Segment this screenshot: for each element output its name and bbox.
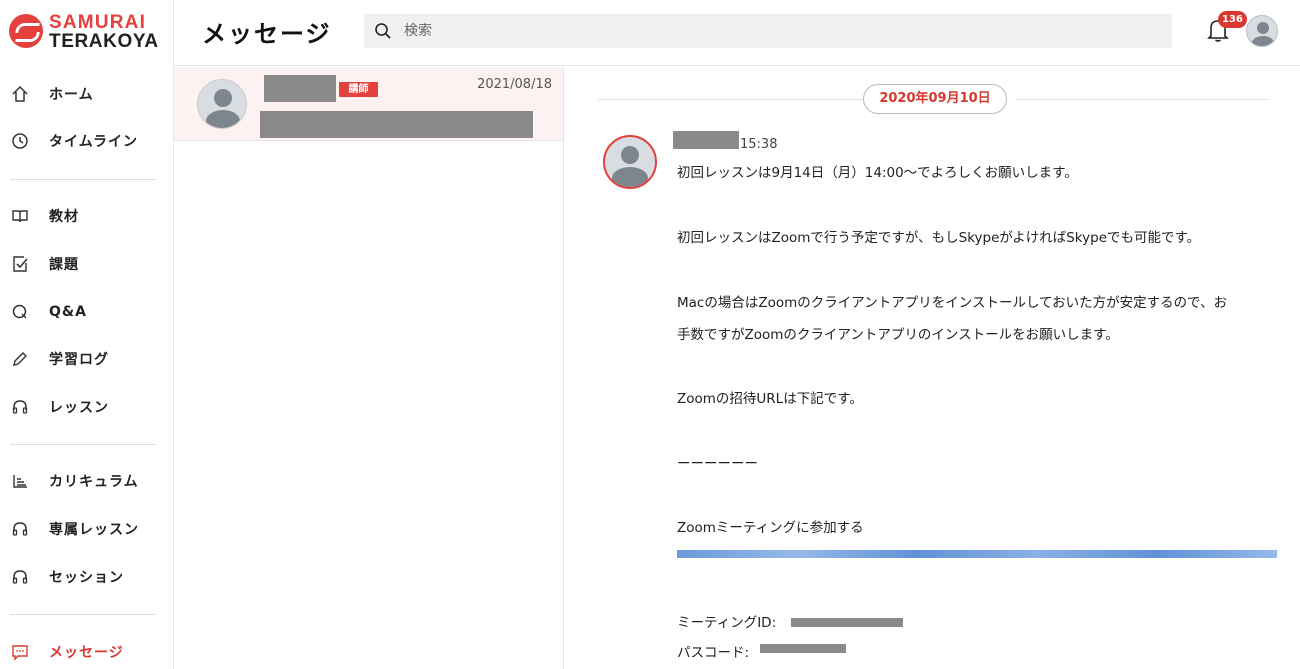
search-input[interactable] xyxy=(404,20,1144,42)
samurai-terakoya-logo[interactable]: SAMURAI TERAKOYA xyxy=(9,12,169,52)
logo-text-line2: TERAKOYA xyxy=(49,31,159,52)
message-line: 初回レッスンは9月14日（月）14:00〜でよろしくお願いします。 xyxy=(677,165,1078,181)
sidebar-item-timeline[interactable]: タイムライン xyxy=(0,121,174,161)
sidebar-item-messages[interactable]: メッセージ xyxy=(0,632,174,669)
redacted-name xyxy=(264,75,336,102)
sidebar-item-home[interactable]: ホーム xyxy=(0,74,174,114)
notification-badge: 136 xyxy=(1218,11,1247,28)
home-icon xyxy=(10,84,30,104)
qa-icon xyxy=(10,302,30,322)
logo-mark-icon xyxy=(9,14,43,48)
message-line: Macの場合はZoomのクライアントアプリをインストールしておいた方が安定するの… xyxy=(677,295,1228,311)
sidebar-item-label: タイムライン xyxy=(49,134,139,150)
message-line: ーーーーーー xyxy=(677,456,758,472)
task-icon xyxy=(10,254,30,274)
clock-icon xyxy=(10,131,30,151)
sidebar-item-label: Q&A xyxy=(49,304,87,320)
message-line: 手数ですがZoomのクライアントアプリのインストールをお願いします。 xyxy=(677,327,1119,343)
search-icon xyxy=(375,23,391,39)
date-divider-line xyxy=(1017,99,1269,100)
headset-icon xyxy=(10,397,30,417)
sidebar-item-label: 教材 xyxy=(49,209,79,225)
sidebar-item-label: メッセージ xyxy=(49,645,124,661)
sidebar-divider xyxy=(10,179,156,180)
sidebar-item-assignments[interactable]: 課題 xyxy=(0,244,174,284)
conversation-date: 2021/08/18 xyxy=(477,77,552,92)
user-avatar[interactable] xyxy=(1246,15,1278,47)
redacted-preview xyxy=(260,111,533,138)
avatar-head xyxy=(1257,22,1269,34)
avatar-head xyxy=(621,146,639,164)
message-line: ミーティングID: xyxy=(677,615,777,631)
top-header: メッセージ 136 xyxy=(174,0,1300,66)
book-icon xyxy=(10,206,30,226)
sidebar-item-label: ホーム xyxy=(49,87,94,103)
avatar-body xyxy=(206,110,240,128)
message-time: 15:38 xyxy=(740,137,778,152)
avatar-body xyxy=(612,167,648,187)
redacted-link xyxy=(677,550,1277,558)
avatar-body xyxy=(1252,36,1274,46)
sidebar-item-sessions[interactable]: セッション xyxy=(0,557,174,597)
message-line: Zoomの招待URLは下記です。 xyxy=(677,391,863,407)
pencil-icon xyxy=(10,349,30,369)
instructor-tag: 講師 xyxy=(339,82,378,97)
conversation-list: 講師 2021/08/18 xyxy=(174,67,564,669)
sidebar-item-materials[interactable]: 教材 xyxy=(0,196,174,236)
redacted-passcode xyxy=(760,644,846,653)
zoom-invite-link[interactable] xyxy=(677,547,1277,561)
redacted-meeting-id xyxy=(791,618,903,627)
sidebar-item-lessons[interactable]: レッスン xyxy=(0,387,174,427)
headset-icon xyxy=(10,519,30,539)
message-thread: 2020年09月10日 15:38 初回レッスンは9月14日（月）14:00〜で… xyxy=(565,67,1300,669)
sidebar-item-label: カリキュラム xyxy=(49,474,139,490)
sidebar: SAMURAI TERAKOYA ホーム タイムライン 教材 課題 Q&A 学習… xyxy=(0,0,174,669)
message-line: 初回レッスンはZoomで行う予定ですが、もしSkypeがよければSkypeでも可… xyxy=(677,230,1201,246)
sidebar-item-qa[interactable]: Q&A xyxy=(0,292,174,332)
sidebar-divider xyxy=(10,614,156,615)
sidebar-item-label: 課題 xyxy=(49,257,79,273)
date-divider-line xyxy=(598,99,863,100)
redacted-sender-name xyxy=(673,131,739,149)
sender-avatar xyxy=(603,135,657,189)
message-line: パスコード: xyxy=(677,645,750,661)
sidebar-item-label: セッション xyxy=(49,570,124,586)
curriculum-icon xyxy=(10,471,30,491)
sidebar-item-label: 専属レッスン xyxy=(49,522,139,538)
message-line: Zoomミーティングに参加する xyxy=(677,520,864,536)
sidebar-divider xyxy=(10,444,156,445)
sidebar-item-curriculum[interactable]: カリキュラム xyxy=(0,461,174,501)
sidebar-item-label: レッスン xyxy=(49,400,109,416)
conversation-item[interactable]: 講師 2021/08/18 xyxy=(174,67,563,141)
avatar-head xyxy=(214,89,232,107)
sidebar-item-learning-log[interactable]: 学習ログ xyxy=(0,339,174,379)
search-bar[interactable] xyxy=(364,14,1172,48)
sidebar-item-private-lessons[interactable]: 専属レッスン xyxy=(0,509,174,549)
sidebar-item-label: 学習ログ xyxy=(49,352,109,368)
headset-icon xyxy=(10,567,30,587)
date-pill: 2020年09月10日 xyxy=(863,84,1007,114)
conversation-avatar xyxy=(197,79,247,129)
message-icon xyxy=(10,642,30,662)
page-title: メッセージ xyxy=(202,20,332,48)
